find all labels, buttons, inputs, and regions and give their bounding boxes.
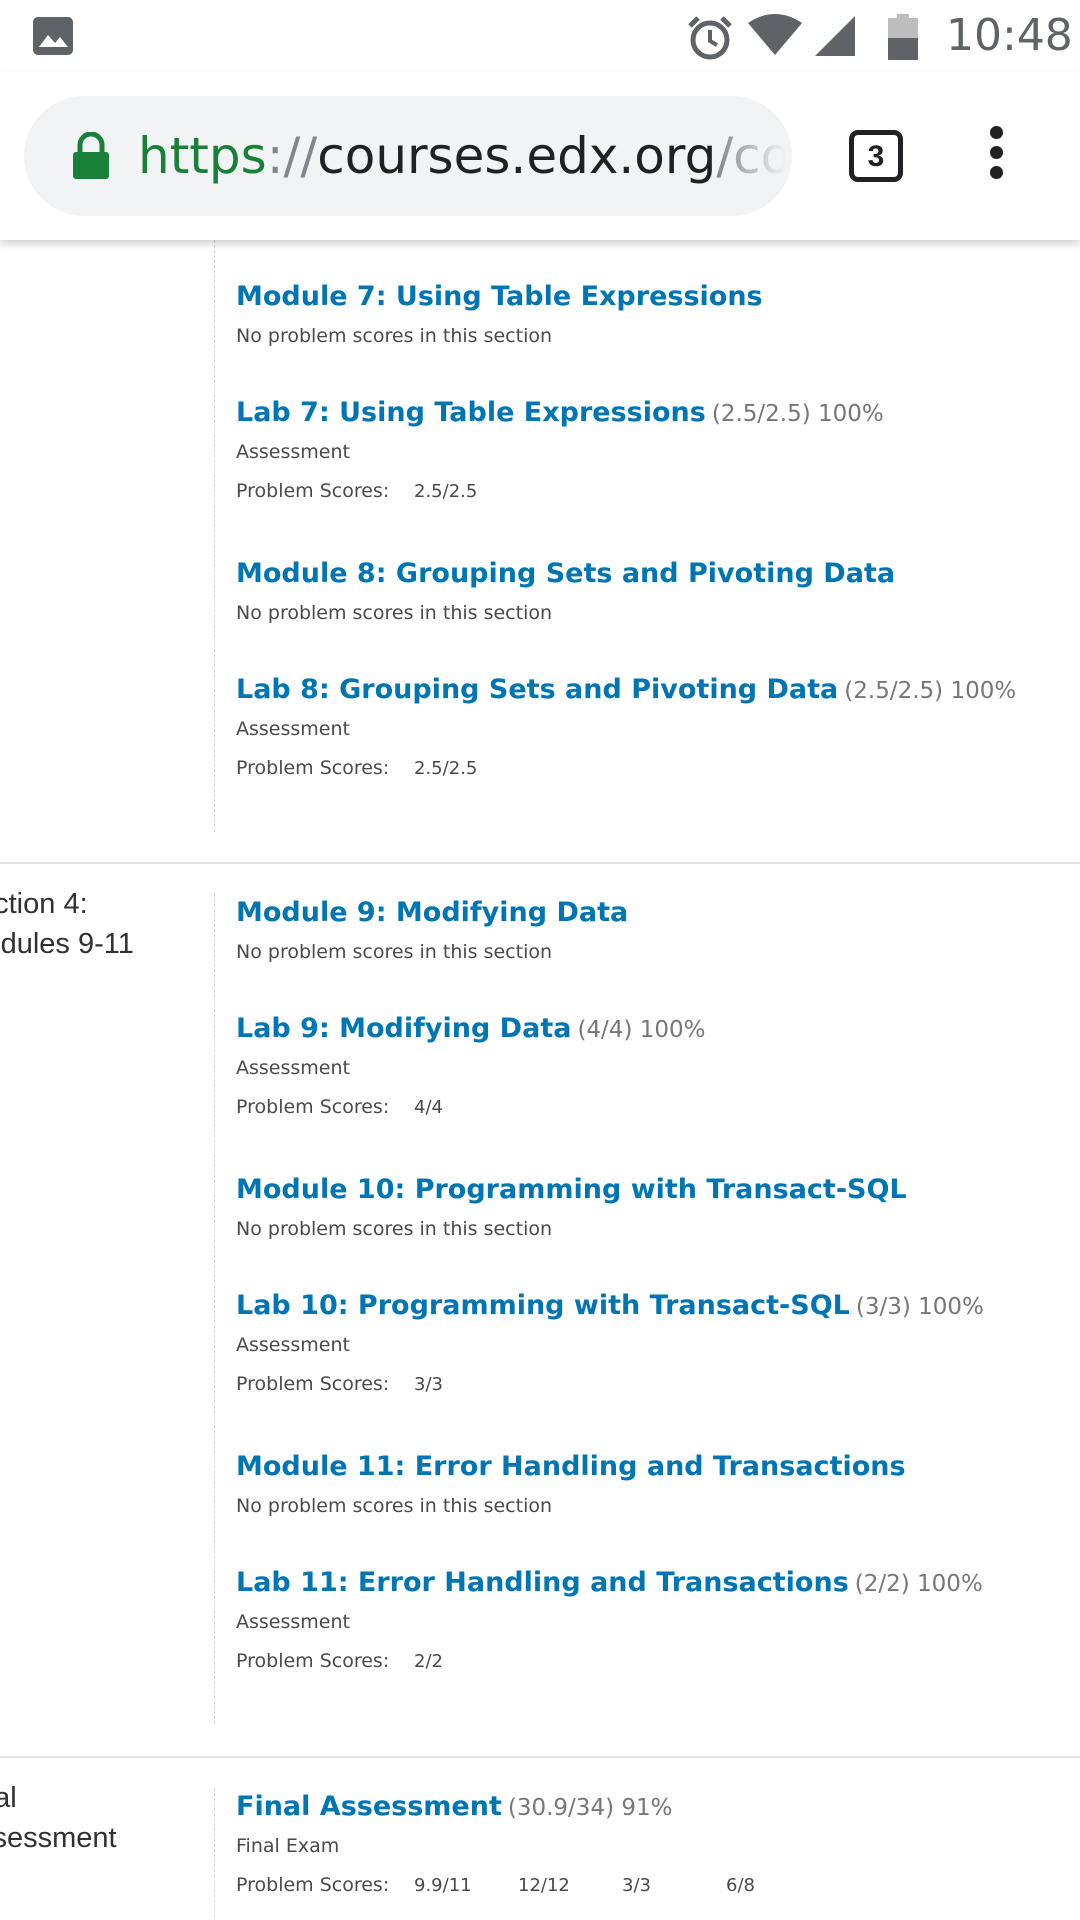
subsection-format: Final Exam [236,1835,340,1857]
problem-score: 2.5/2.5 [414,481,478,502]
problem-scores: Problem Scores: 9.9/11 12/12 3/3 6/8 [236,1870,966,1900]
subsection-note: No problem scores in this section [236,602,553,624]
chapter-title: nal ssessment [0,1782,117,1854]
problem-score: 9.9/11 [414,1875,472,1896]
alarm-icon [688,16,732,60]
subsection-score: (4/4) 100% [577,1017,706,1043]
subsection-link[interactable]: Lab 11: Error Handling and Transactions [236,1567,849,1598]
subsection-format: Assessment [236,1334,350,1356]
subsection-note: No problem scores in this section [236,941,553,963]
wifi-icon [748,14,802,55]
subsection-score: (3/3) 100% [855,1294,984,1320]
chapter-title: ection 4: lodules 9-11 [0,888,134,960]
subsection-format: Assessment [236,441,350,463]
subsection-note: No problem scores in this section [236,1495,553,1517]
problem-scores: Problem Scores: 3/3 [236,1369,966,1399]
url-host: courses.edx.org [317,127,717,185]
status-bar: 10:48 [0,0,1080,72]
problem-score: 2.5/2.5 [414,758,478,779]
url-scheme: https [138,127,267,185]
subsection-format: Assessment [236,1057,350,1079]
problem-score: 2/2 [414,1651,443,1672]
problem-scores-label: Problem Scores: [236,757,390,779]
battery-icon [888,14,918,60]
problem-scores-label: Problem Scores: [236,1096,390,1118]
subsection-score: (2.5/2.5) 100% [844,678,1017,704]
subsection-lab-8: Lab 8: Grouping Sets and Pivoting Data (2… [236,671,1016,783]
subsection-link[interactable]: Module 8: Grouping Sets and Pivoting Dat… [236,558,895,589]
problem-scores: Problem Scores: 4/4 [236,1092,966,1122]
browser-toolbar: https://courses.edx.org/courses/ 3 [0,72,1080,240]
problem-scores-label: Problem Scores: [236,1874,390,1896]
problem-scores-label: Problem Scores: [236,480,390,502]
subsection-final-assessment: Final Assessment (30.9/34) 91% Final Exam… [236,1788,966,1900]
subsection-score: (30.9/34) 91% [507,1795,673,1821]
subsection-lab-9: Lab 9: Modifying Data (4/4) 100% Assessme… [236,1010,966,1122]
url-path: /courses/ [716,127,786,185]
subsection-link[interactable]: Lab 10: Programming with Transact-SQL [236,1290,850,1321]
problem-scores-label: Problem Scores: [236,1373,390,1395]
subsection-link[interactable]: Final Assessment [236,1791,502,1822]
url-separator: :// [266,127,318,185]
lock-icon [73,132,109,179]
problem-scores: Problem Scores: 2.5/2.5 [236,476,966,506]
signal-icon [815,16,855,56]
problem-scores: Problem Scores: 2/2 [236,1646,966,1676]
problem-score: 3/3 [622,1875,651,1896]
chapter-divider [0,1756,1080,1758]
subsection-link[interactable]: Module 11: Error Handling and Transactio… [236,1451,906,1482]
subsection-link[interactable]: Module 9: Modifying Data [236,897,628,928]
subsection-lab-7: Lab 7: Using Table Expressions (2.5/2.5) … [236,394,966,506]
progress-page: Module 7: Using Table Expressions No pro… [0,240,1080,1920]
problem-scores-label: Problem Scores: [236,1650,390,1672]
image-icon [33,17,73,55]
url-text[interactable]: https://courses.edx.org/courses/ [138,96,786,216]
subsection-module-10: Module 10: Programming with Transact-SQL… [236,1171,966,1241]
subsection-link[interactable]: Lab 9: Modifying Data [236,1013,571,1044]
problem-scores: Problem Scores: 2.5/2.5 [236,753,966,783]
subsection-link[interactable]: Lab 7: Using Table Expressions [236,397,706,428]
tab-switcher-button[interactable]: 3 [849,130,903,182]
subsection-link[interactable]: Lab 8: Grouping Sets and Pivoting Data [236,674,838,705]
problem-score: 3/3 [414,1374,443,1395]
subsection-score: (2/2) 100% [854,1571,983,1597]
subsection-format: Assessment [236,718,350,740]
problem-score: 12/12 [518,1875,570,1896]
problem-score: 4/4 [414,1097,443,1118]
subsection-module-7: Module 7: Using Table Expressions No pro… [236,278,966,348]
subsection-note: No problem scores in this section [236,325,553,347]
chapter-divider [0,862,1080,864]
subsection-score: (2.5/2.5) 100% [711,401,884,427]
subsection-link[interactable]: Module 7: Using Table Expressions [236,281,763,312]
clock: 10:48 [946,10,1073,61]
subsection-lab-10: Lab 10: Programming with Transact-SQL (3/… [236,1287,984,1399]
overflow-menu-icon[interactable] [984,126,1008,186]
subsection-module-8: Module 8: Grouping Sets and Pivoting Dat… [236,555,966,625]
problem-score: 6/8 [726,1875,755,1896]
subsection-module-9: Module 9: Modifying Data No problem scor… [236,894,966,964]
subsection-note: No problem scores in this section [236,1218,553,1240]
subsection-format: Assessment [236,1611,350,1633]
subsection-lab-11: Lab 11: Error Handling and Transactions(… [236,1564,983,1676]
subsection-module-11: Module 11: Error Handling and Transactio… [236,1448,966,1518]
address-bar[interactable]: https://courses.edx.org/courses/ [24,96,792,216]
subsection-link[interactable]: Module 10: Programming with Transact-SQL [236,1174,907,1205]
